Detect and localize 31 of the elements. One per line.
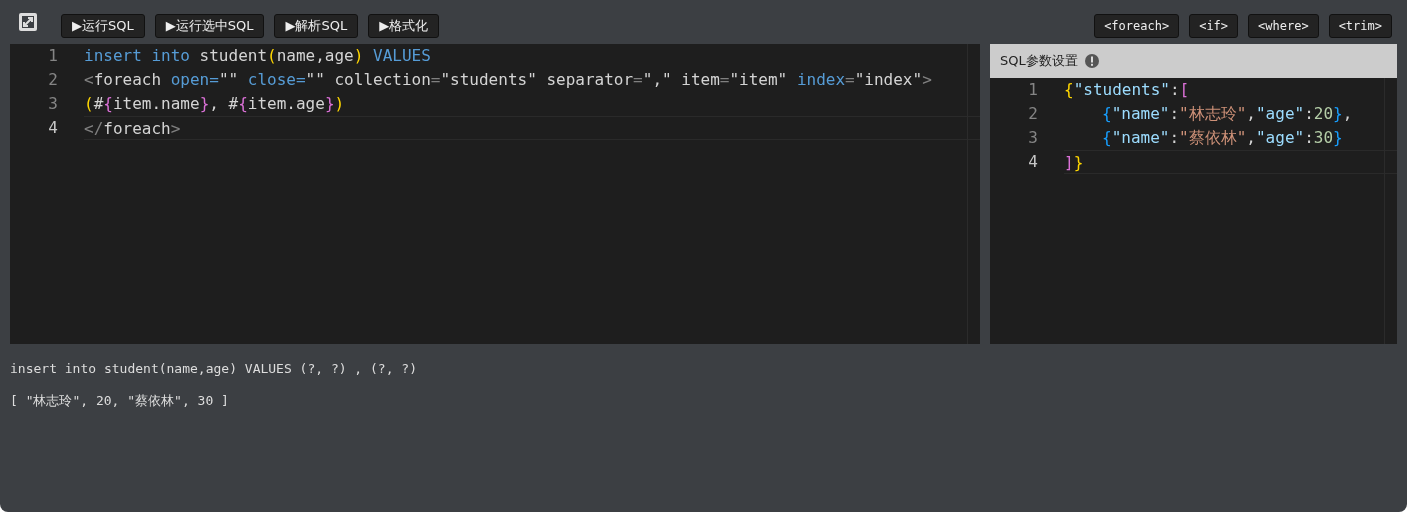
line-number: 4 <box>1027 151 1039 173</box>
code-line: (#{item.name}, #{item.age}) <box>84 93 345 115</box>
toolbar-button[interactable]: ▶运行选中SQL <box>154 14 265 38</box>
tag-button[interactable]: <where> <box>1248 14 1319 38</box>
parsed-params: [ "林志玲", 20, "蔡依林", 30 ] <box>10 392 230 410</box>
line-number: 2 <box>47 69 59 91</box>
panel-title: SQL参数设置 <box>1000 52 1078 70</box>
line-number: 3 <box>47 93 59 115</box>
tag-button[interactable]: <if> <box>1189 14 1239 38</box>
json-editor[interactable]: 1 {"students":[ 2 {"name":"林志玲","age":20}, 3 {"name":"蔡依林","age":30} 4 ]} <box>990 78 1397 344</box>
line-number: 1 <box>47 45 59 67</box>
code-line: {"name":"林志玲","age":20}, <box>1101 103 1353 125</box>
parsed-sql: insert into student(name,age) VALUES (?, ?) , (?, ?) <box>10 360 418 378</box>
code-line: insert into student(name,age) VALUES <box>84 45 431 67</box>
tag-button[interactable]: <trim> <box>1328 14 1392 38</box>
fullscreen-icon[interactable] <box>18 12 38 32</box>
info-icon[interactable] <box>1083 53 1100 69</box>
toolbar-button[interactable]: ▶运行SQL <box>61 14 145 38</box>
line-number: 1 <box>1027 79 1039 101</box>
code-line: {"name":"蔡依林","age":30} <box>1101 127 1343 149</box>
sql-editor[interactable]: 1 insert into student(name,age) VALUES 2 <foreach open="" close="" collection="students" separator="," item="item" index="index"> 3 (#{item.name}, #{item.age}) 4 </foreach> <box>10 44 980 344</box>
code-line: ]} <box>1064 150 1397 174</box>
line-number: 4 <box>47 117 59 139</box>
line-number: 3 <box>1027 127 1039 149</box>
toolbar-button[interactable]: ▶格式化 <box>368 14 440 38</box>
tag-button[interactable]: <foreach> <box>1094 14 1180 38</box>
code-line: {"students":[ <box>1064 79 1190 101</box>
toolbar-button[interactable]: ▶解析SQL <box>274 14 359 38</box>
code-line: <foreach open="" close="" collection="students" separator="," item="item" index="index"> <box>84 69 932 91</box>
line-number: 2 <box>1027 103 1039 125</box>
code-line: </foreach> <box>84 116 980 140</box>
